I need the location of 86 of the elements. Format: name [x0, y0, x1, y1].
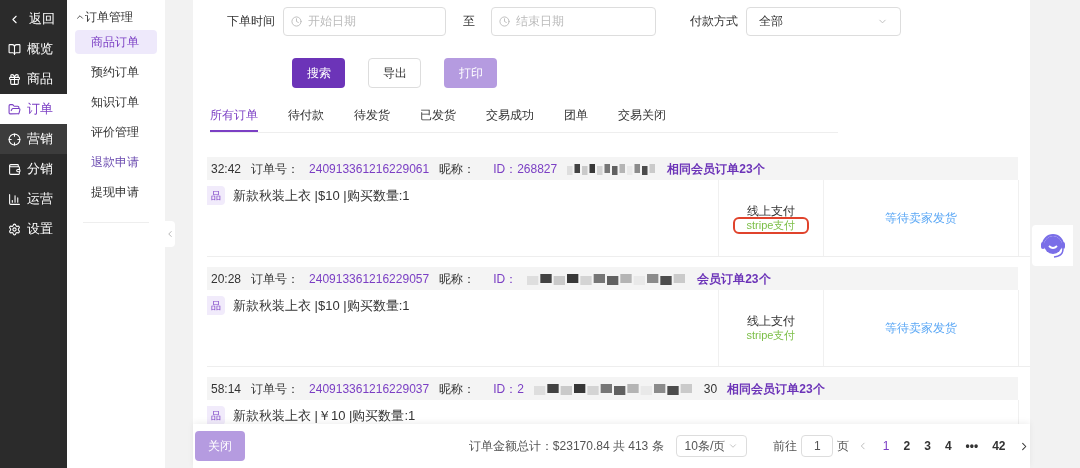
- chevron-up-icon: [75, 12, 85, 22]
- subnav-item[interactable]: 商品订单: [75, 30, 157, 54]
- subnav-item[interactable]: 退款申请: [75, 150, 157, 174]
- same-member-link[interactable]: 相同会员订单23个: [667, 159, 765, 178]
- product-tag: 品: [207, 406, 225, 424]
- order-tab[interactable]: 待付款: [288, 106, 324, 132]
- order-tab[interactable]: 交易关闭: [618, 106, 666, 132]
- product-tag: 品: [207, 186, 225, 205]
- order-tab[interactable]: 所有订单: [210, 106, 258, 132]
- start-date-field[interactable]: 开始日期: [283, 6, 446, 36]
- order-status: 等待卖家发货: [885, 210, 957, 227]
- support-button[interactable]: [1032, 225, 1073, 266]
- goto-label: 前往: [773, 438, 798, 455]
- folder-icon: [8, 102, 21, 116]
- nav-item[interactable]: 设置: [0, 214, 67, 244]
- product-info: 新款秋装上衣 |$10 |购买数量:1: [233, 297, 410, 315]
- order-number: 240913361216229061: [309, 160, 430, 178]
- nav-item[interactable]: 营销: [0, 124, 67, 154]
- field-label: 付款方式: [689, 13, 739, 30]
- nickname-label: 昵称：: [439, 380, 476, 398]
- product-tag: 品: [207, 296, 225, 315]
- member-id: ID：2: [493, 380, 524, 398]
- page-number[interactable]: 2: [903, 437, 911, 455]
- product-info: 新款秋装上衣 |$10 |购买数量:1: [233, 187, 410, 205]
- order-number: 240913361216229037: [309, 380, 430, 398]
- field-label: 下单时间: [226, 13, 276, 30]
- book-icon: [8, 42, 21, 56]
- order-number: 240913361216229057: [309, 270, 430, 288]
- nickname-label: 昵称：: [439, 270, 476, 288]
- page-number[interactable]: 42: [992, 437, 1006, 455]
- same-member-link[interactable]: 会员订单23个: [697, 269, 771, 288]
- order-number-label: 订单号：: [251, 270, 300, 288]
- subnav-item[interactable]: 提现申请: [75, 180, 157, 204]
- page-number[interactable]: •••: [965, 437, 979, 455]
- group-header[interactable]: 订单管理: [75, 8, 157, 26]
- end-date-field[interactable]: 结束日期: [491, 6, 656, 36]
- nav-item[interactable]: 运营: [0, 184, 67, 214]
- order-status: 等待卖家发货: [885, 320, 957, 337]
- page-size-select[interactable]: 10条/页: [675, 435, 748, 457]
- action-button[interactable]: 导出: [368, 58, 421, 88]
- page-number[interactable]: 1: [882, 437, 890, 455]
- product-info: 新款秋装上衣 |￥10 |购买数量:1: [233, 407, 416, 424]
- nav-item[interactable]: 分销: [0, 154, 67, 184]
- member-id: 30: [703, 380, 718, 398]
- goto-field[interactable]: 1: [801, 435, 834, 457]
- order-tab[interactable]: 已发货: [420, 106, 456, 132]
- order-tab[interactable]: 交易成功: [486, 106, 534, 132]
- payment-method: stripe支付: [745, 328, 797, 343]
- clock-icon: [291, 15, 302, 27]
- same-member-link[interactable]: 相同会员订单23个: [727, 379, 825, 398]
- settings-icon: [8, 222, 21, 236]
- payment-type: 线上支付: [747, 203, 795, 219]
- action-button[interactable]: 搜索: [292, 58, 345, 88]
- payment-select[interactable]: 全部: [746, 6, 901, 36]
- chevron-left-icon: [165, 229, 175, 239]
- clock-icon: [499, 15, 510, 27]
- page-unit: 页: [837, 438, 850, 455]
- payment-type: 线上支付: [747, 313, 795, 329]
- wallet-icon: [8, 162, 21, 176]
- order-tab[interactable]: 待发货: [354, 106, 390, 132]
- order-time: 32:42: [211, 160, 242, 178]
- gift-icon: [8, 72, 21, 86]
- order-number-label: 订单号：: [251, 380, 300, 398]
- crosshair-icon: [8, 132, 21, 146]
- subnav-item[interactable]: 预约订单: [75, 60, 157, 84]
- nickname-label: 昵称：: [439, 160, 476, 178]
- page-number[interactable]: 3: [924, 437, 931, 455]
- member-id: ID：: [493, 270, 518, 288]
- order-time: 20:28: [211, 270, 242, 288]
- range-separator: 至: [461, 13, 476, 30]
- back-button[interactable]: 返回: [0, 4, 67, 34]
- order-number-label: 订单号：: [251, 160, 300, 178]
- order-tab[interactable]: 团单: [564, 106, 588, 132]
- subnav-item[interactable]: 评价管理: [75, 120, 157, 144]
- payment-method: stripe支付: [734, 218, 808, 233]
- nav-item[interactable]: 商品: [0, 64, 67, 94]
- collapse-handle[interactable]: [165, 221, 175, 247]
- order-total: 订单金额总计：$23170.84 共 413 条: [468, 438, 664, 455]
- nav-item[interactable]: 订单: [0, 94, 67, 124]
- member-id: ID：268827: [493, 160, 558, 178]
- chevron-down-icon: [728, 441, 739, 451]
- page-number[interactable]: 4: [944, 437, 952, 455]
- bar-chart-icon: [8, 192, 21, 206]
- order-time: 58:14: [211, 380, 242, 398]
- nav-item[interactable]: 概览: [0, 34, 67, 64]
- subnav-item[interactable]: 知识订单: [75, 90, 157, 114]
